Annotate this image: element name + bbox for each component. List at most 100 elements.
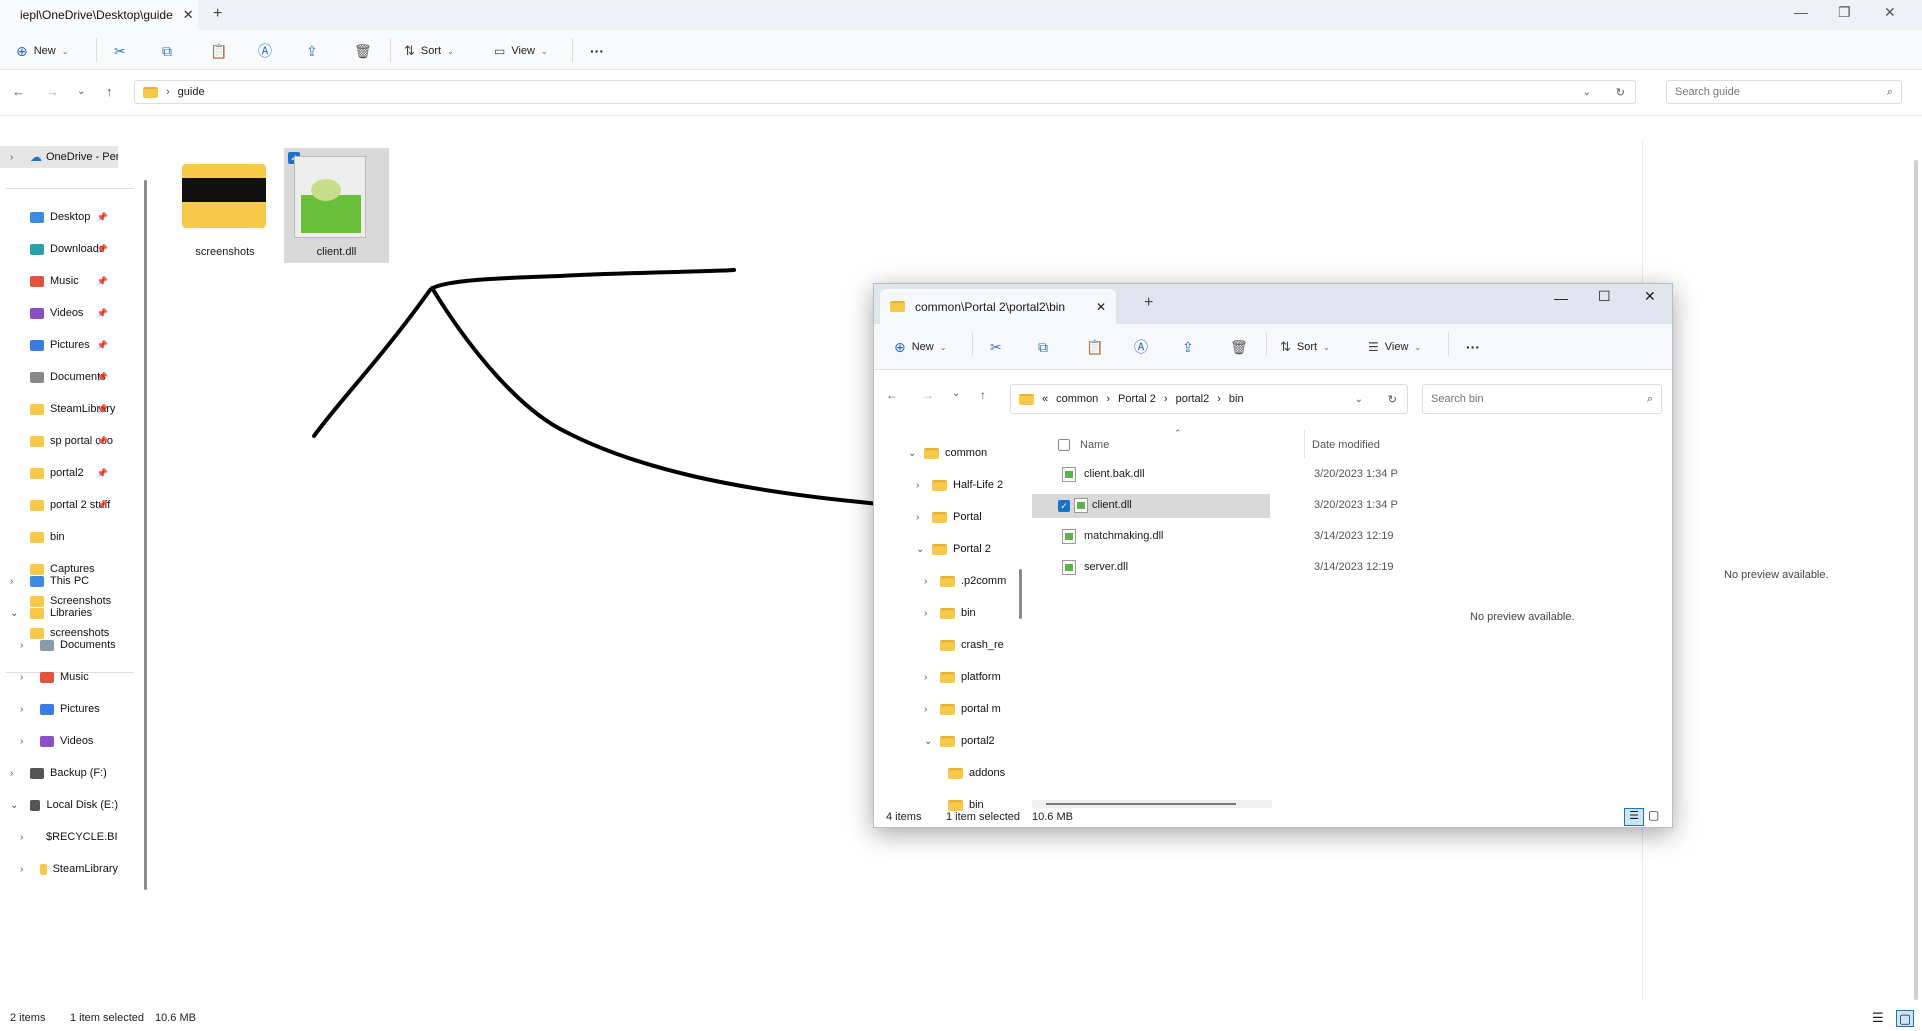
rename-icon[interactable]: Ⓐ [1134, 336, 1148, 358]
maximize-button[interactable]: ☐ [1598, 288, 1611, 305]
tree-item-5[interactable]: › bin [924, 607, 1014, 619]
tiles-view-icon[interactable]: ▢ [1896, 1010, 1914, 1027]
address-row: ← → ⌄ ↑ « common › Portal 2 › portal2 › … [874, 370, 1672, 424]
tree-item-8[interactable]: › portal m [924, 703, 1014, 715]
chevron-right-icon[interactable]: › [924, 704, 934, 715]
select-all-checkbox[interactable] [1058, 439, 1070, 451]
breadcrumb-bin[interactable]: bin [1229, 393, 1244, 405]
view-button[interactable]: ☰ View ⌄ [1368, 336, 1421, 358]
view-icon: ☰ [1368, 340, 1379, 354]
chevron-right-icon[interactable]: › [916, 480, 926, 491]
more-options-button[interactable]: ··· [1466, 336, 1480, 358]
tree-item-3[interactable]: ⌄ Portal 2 [916, 543, 1014, 555]
dll-file-icon [1062, 560, 1076, 575]
tree-item-2[interactable]: › Portal [916, 511, 1014, 523]
folder-icon [940, 703, 955, 715]
tree-item-label: crash_re [961, 639, 1004, 651]
folder-icon [1019, 393, 1034, 405]
breadcrumb-chevron-icon: › [1106, 393, 1110, 405]
tree-item-label: addons [969, 767, 1006, 779]
dll-file-icon [1074, 498, 1088, 513]
tree-item-4[interactable]: › .p2comm [924, 575, 1014, 587]
file-row[interactable]: client.bak.dll 3/20/2023 1:34 P [1032, 463, 1398, 487]
checkbox[interactable]: ✓ [1058, 500, 1070, 512]
tree-item-0[interactable]: ⌄ common [908, 447, 1014, 459]
copy-icon[interactable]: ⧉ [1038, 336, 1048, 358]
status-size: 10.6 MB [1032, 811, 1073, 823]
tree-item-label: .p2comm [961, 575, 1007, 587]
title-bar: common\Portal 2\portal2\bin ✕ + — ☐ ✕ [874, 284, 1672, 324]
main-scrollbar[interactable] [1914, 160, 1918, 1000]
tab-title: common\Portal 2\portal2\bin [915, 299, 1066, 314]
file-row[interactable]: matchmaking.dll 3/14/2023 12:19 [1032, 525, 1394, 549]
up-arrow-icon[interactable]: ↑ [980, 388, 986, 402]
new-tab-button[interactable]: + [1144, 294, 1153, 312]
column-header-name[interactable]: Name [1080, 439, 1109, 451]
explorer-window-bin[interactable]: common\Portal 2\portal2\bin ✕ + — ☐ ✕ ⊕ … [873, 283, 1673, 828]
file-row[interactable]: server.dll 3/14/2023 12:19 [1032, 556, 1394, 580]
details-view-icon[interactable]: ☰ [1624, 808, 1644, 826]
status-size: 10.6 MB [155, 1012, 196, 1024]
close-tab-icon[interactable]: ✕ [1096, 300, 1106, 314]
new-button[interactable]: ⊕ New ⌄ [894, 336, 946, 358]
breadcrumb-portal2[interactable]: portal2 [1176, 393, 1210, 405]
tree-item-9[interactable]: ⌄ portal2 [924, 735, 1014, 747]
breadcrumb-portal-2[interactable]: Portal 2 [1118, 393, 1156, 405]
tree-item-10[interactable]: addons [932, 767, 1014, 779]
back-arrow-icon[interactable]: ← [886, 388, 898, 402]
folder-icon [932, 479, 947, 491]
trash-icon[interactable]: 🗑 [1230, 336, 1248, 358]
breadcrumb-overflow[interactable]: « [1042, 393, 1048, 405]
file-name: matchmaking.dll [1084, 530, 1164, 542]
plus-icon: ⊕ [894, 338, 906, 355]
column-divider [1304, 430, 1305, 458]
tree-scrollbar[interactable] [1019, 569, 1022, 619]
search-input[interactable] [1431, 393, 1647, 405]
chevron-right-icon[interactable]: › [916, 512, 926, 523]
tab-bin[interactable]: common\Portal 2\portal2\bin ✕ [880, 289, 1116, 324]
refresh-icon[interactable]: ↻ [1388, 393, 1397, 406]
chevron-right-icon[interactable]: › [924, 672, 934, 683]
close-button[interactable]: ✕ [1644, 288, 1656, 305]
divider [972, 332, 973, 356]
breadcrumb-chevron-icon: › [1163, 393, 1168, 405]
tree-item-6[interactable]: crash_re [924, 639, 1014, 651]
folder-icon [940, 671, 955, 683]
column-header-date[interactable]: Date modified [1312, 439, 1380, 451]
command-bar: ⊕ New ⌄ ✂ ⧉ 📋 Ⓐ ⇪ 🗑 ⇅ Sort ⌄ ☰ View ⌄ ··… [874, 324, 1672, 370]
tiles-view-icon[interactable]: ▢ [1648, 808, 1659, 822]
chevron-down-icon: ⌄ [1414, 342, 1422, 352]
share-icon[interactable]: ⇪ [1182, 336, 1194, 358]
status-bar: 2 items 1 item selected 10.6 MB ☰ ▢ [0, 1008, 1922, 1031]
folder-icon [940, 607, 955, 619]
search-icon[interactable]: ⌕ [1647, 393, 1653, 406]
chevron-down-icon[interactable]: ⌄ [1355, 394, 1363, 405]
chevron-right-icon[interactable]: › [924, 576, 934, 587]
folder-icon [940, 575, 955, 587]
forward-arrow-icon[interactable]: → [922, 388, 934, 402]
view-label: View [1384, 341, 1409, 353]
horizontal-scrollbar[interactable] [1032, 800, 1272, 808]
minimize-button[interactable]: — [1554, 290, 1568, 306]
details-view-icon[interactable]: ☰ [1872, 1010, 1884, 1026]
recent-chevron-icon[interactable]: ⌄ [952, 388, 960, 399]
file-name: client.dll [1092, 499, 1132, 511]
chevron-down-icon[interactable]: ⌄ [924, 736, 934, 747]
sort-icon: ⇅ [1280, 339, 1291, 354]
chevron-right-icon[interactable]: › [924, 608, 934, 619]
address-bar[interactable]: « common › Portal 2 › portal2 › bin ⌄ ↻ [1010, 384, 1408, 414]
folder-icon [932, 543, 947, 555]
search-box[interactable]: ⌕ [1422, 384, 1662, 414]
file-row[interactable]: ✓ client.dll 3/20/2023 1:34 P [1032, 494, 1398, 518]
new-label: New [911, 341, 934, 353]
folder-icon [890, 301, 905, 312]
scissors-icon[interactable]: ✂ [990, 336, 1002, 358]
chevron-down-icon[interactable]: ⌄ [916, 544, 926, 555]
file-date: 3/14/2023 12:19 [1314, 561, 1394, 573]
tree-item-7[interactable]: › platform [924, 671, 1014, 683]
chevron-down-icon[interactable]: ⌄ [908, 448, 918, 459]
sort-button[interactable]: ⇅ Sort ⌄ [1280, 336, 1330, 358]
tree-item-1[interactable]: › Half-Life 2 [916, 479, 1014, 491]
paste-icon[interactable]: 📋 [1086, 336, 1103, 358]
breadcrumb-common[interactable]: common [1056, 393, 1098, 405]
